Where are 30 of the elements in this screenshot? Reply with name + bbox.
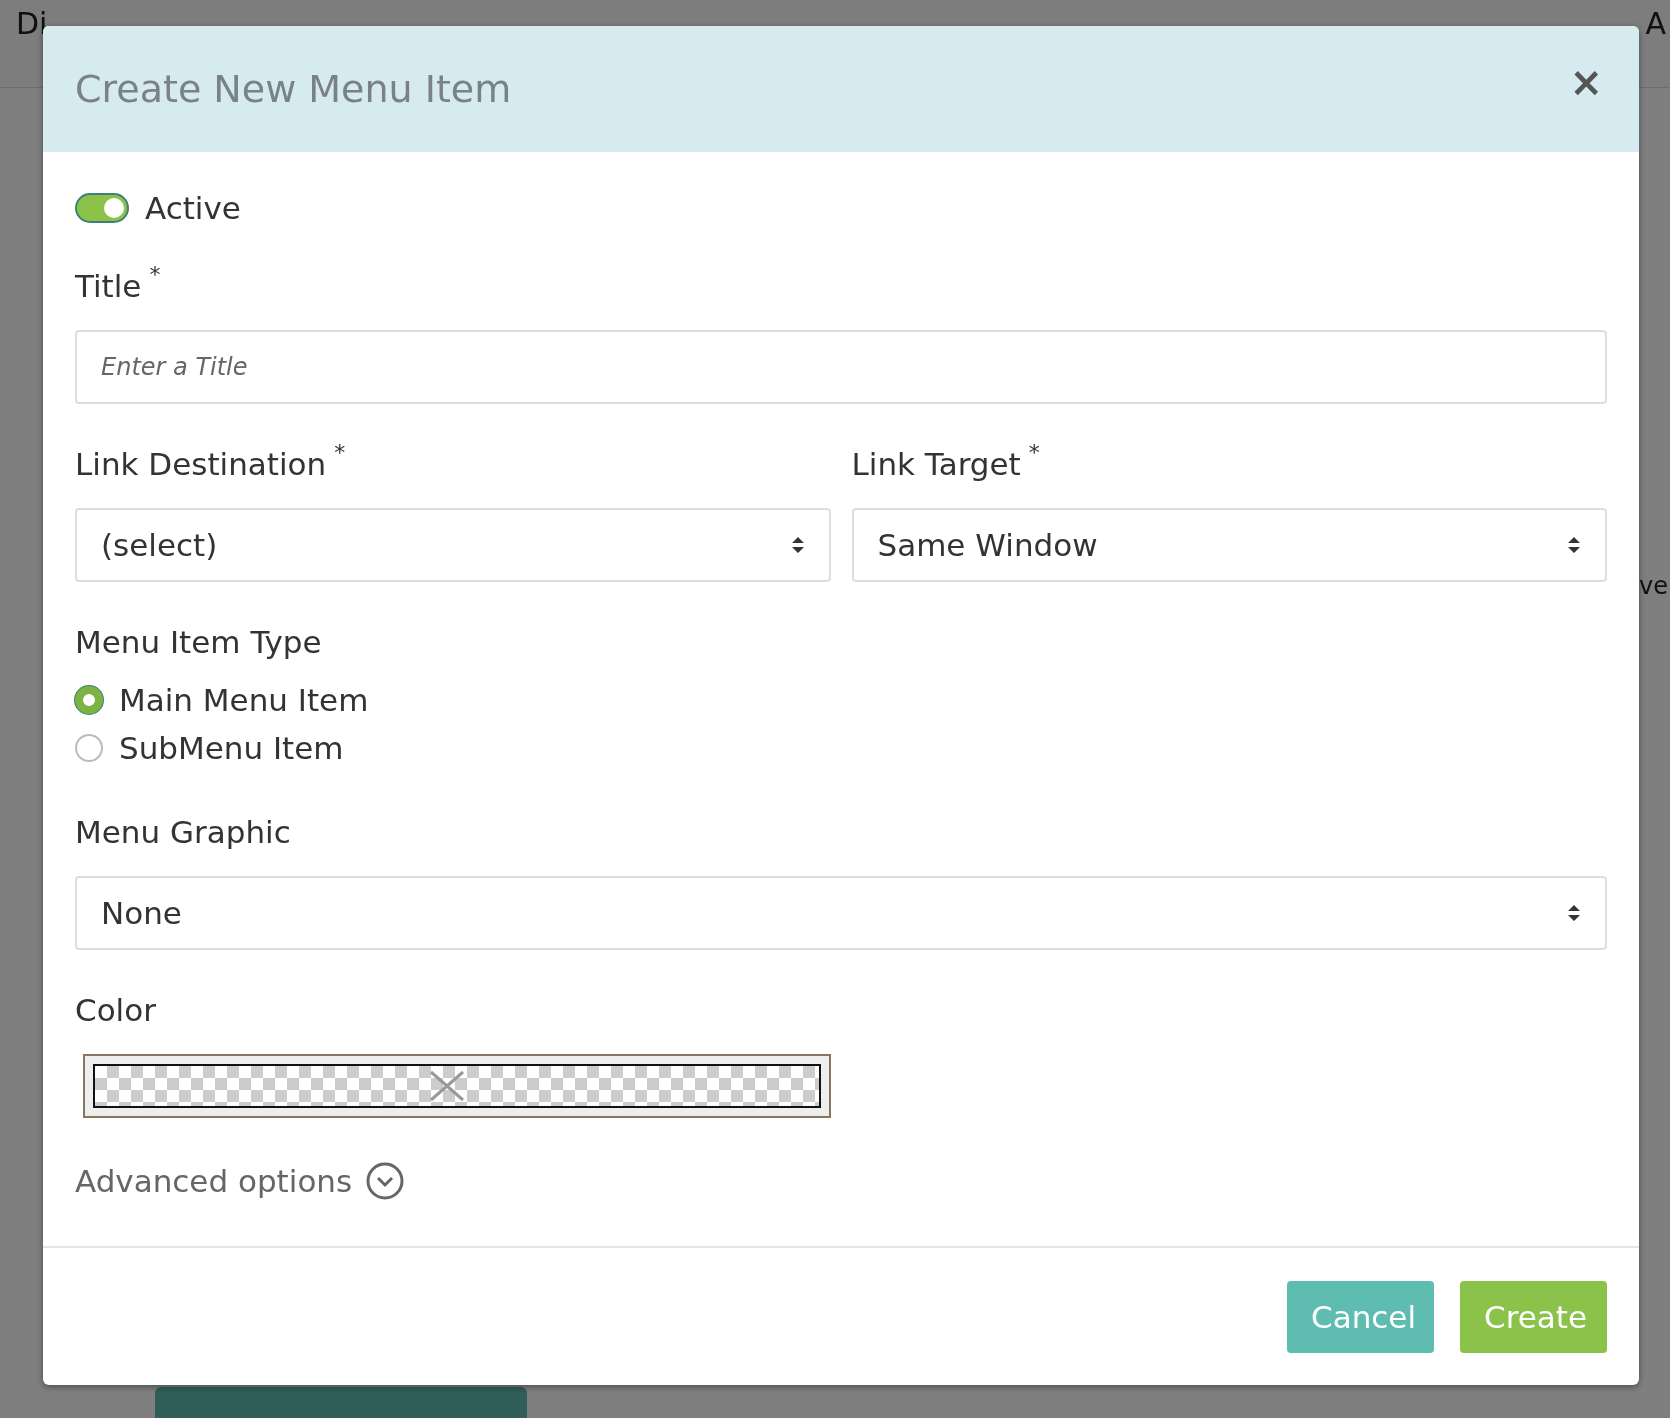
sort-arrows-icon [1567,536,1581,554]
field-label: Menu Graphic [75,814,291,850]
field-label: Link Target [851,446,1021,482]
required-mark: * [149,262,161,287]
advanced-options-toggle[interactable]: Advanced options [75,1162,405,1200]
field-label: Title [75,268,142,304]
no-color-icon [429,1070,465,1102]
field-label: Link Destination [75,446,327,482]
required-mark: * [1028,440,1040,465]
dialog-title: Create New Menu Item [75,67,512,111]
color-picker[interactable] [83,1054,831,1118]
page-title: Di [16,6,48,41]
link-destination-select[interactable]: (select) [75,508,831,582]
side-text: ve [1639,572,1668,600]
menu-graphic-select[interactable]: None [75,876,1607,950]
sort-arrows-icon [1567,904,1581,922]
radio-button[interactable] [75,686,103,714]
radio-button[interactable] [75,734,103,762]
title-field[interactable]: Enter a Title [75,330,1607,404]
radio-label: Main Menu Item [119,682,369,718]
active-toggle[interactable] [75,193,129,223]
active-label: Active [145,190,241,226]
back-link[interactable]: A [1645,6,1666,41]
field-label: Menu Item Type [75,624,322,660]
field-label: Color [75,992,156,1028]
link-target-select[interactable]: Same Window [851,508,1607,582]
close-button[interactable]: × [1563,62,1609,102]
sort-arrows-icon [790,536,805,554]
radio-label: SubMenu Item [119,730,344,766]
required-mark: * [334,440,346,465]
